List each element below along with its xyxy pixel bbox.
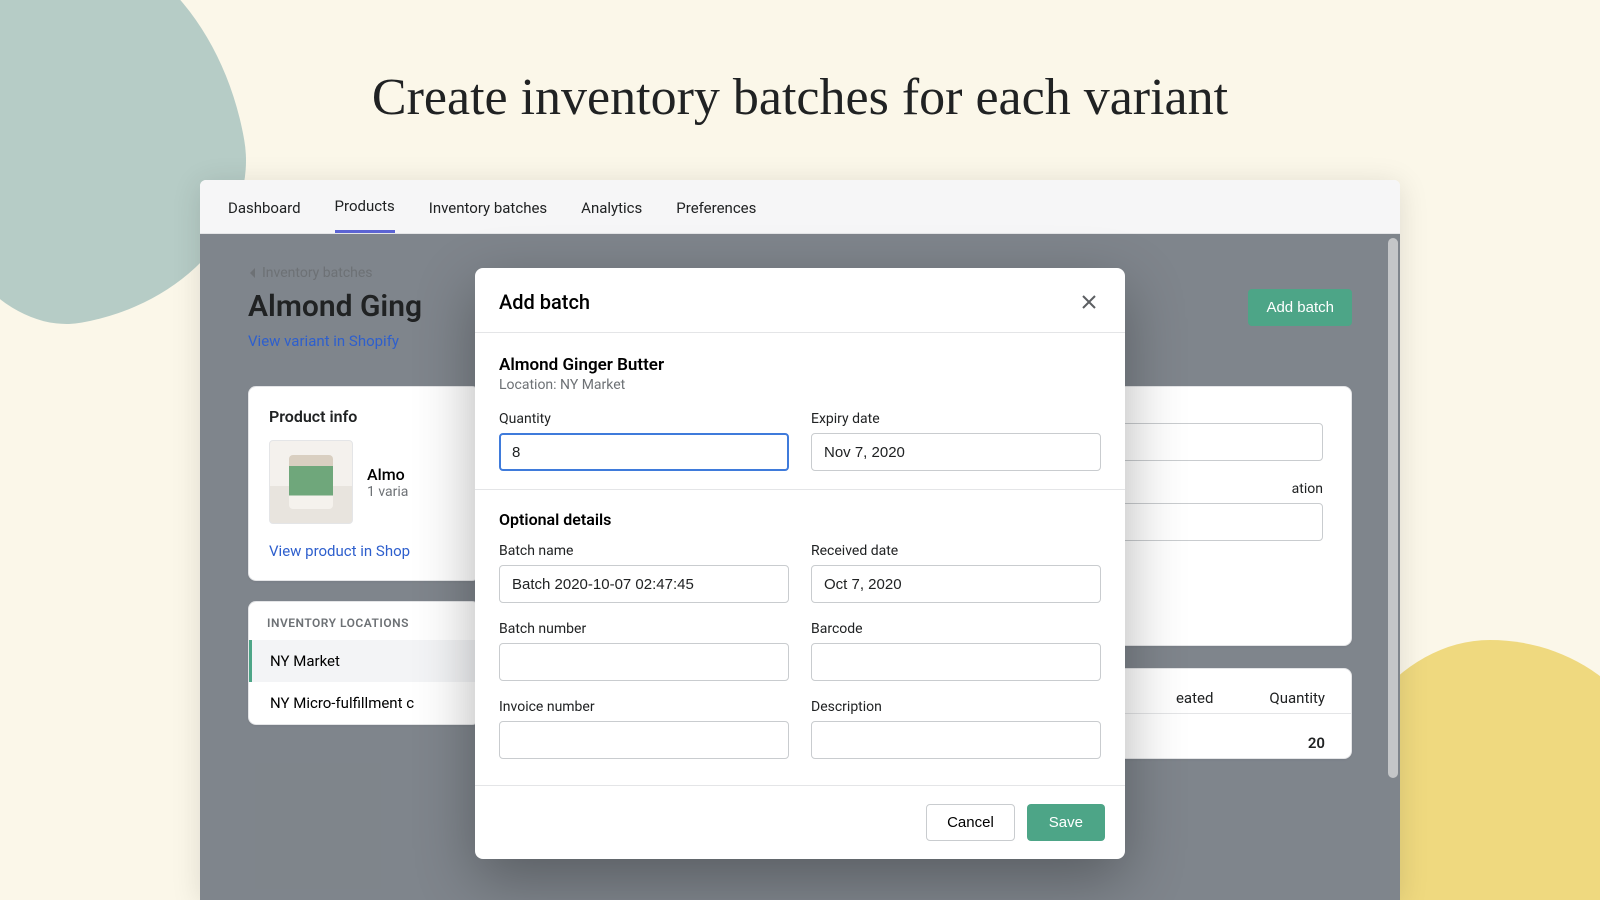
expiry-label: Expiry date: [811, 411, 1101, 427]
close-button[interactable]: [1077, 290, 1101, 314]
breadcrumb-label: Inventory batches: [262, 265, 373, 281]
modal-title: Add batch: [499, 290, 590, 314]
product-info-card: Product info Almo 1 varia View product i…: [248, 386, 480, 581]
batch-number-label: Batch number: [499, 621, 789, 637]
tab-products[interactable]: Products: [335, 180, 395, 233]
app-window: Dashboard Products Inventory batches Ana…: [200, 180, 1400, 900]
locations-card: INVENTORY LOCATIONS NY Market NY Micro-f…: [248, 601, 480, 725]
description-input[interactable]: [811, 721, 1101, 759]
tab-dashboard[interactable]: Dashboard: [228, 182, 301, 232]
tab-analytics[interactable]: Analytics: [581, 182, 642, 232]
product-variants: 1 varia: [367, 484, 408, 500]
modal-location: Location: NY Market: [499, 377, 1101, 393]
page-title: Almond Ging: [248, 289, 422, 324]
barcode-label: Barcode: [811, 621, 1101, 637]
description-label: Description: [811, 699, 1101, 715]
invoice-label: Invoice number: [499, 699, 789, 715]
col-created: eated: [1176, 689, 1213, 707]
add-batch-button[interactable]: Add batch: [1248, 289, 1352, 326]
quantity-label: Quantity: [499, 411, 789, 427]
view-product-link[interactable]: View product in Shop: [269, 542, 410, 560]
cancel-button[interactable]: Cancel: [926, 804, 1015, 841]
batch-name-label: Batch name: [499, 543, 789, 559]
received-date-input[interactable]: [811, 565, 1101, 603]
hero-title: Create inventory batches for each varian…: [0, 68, 1600, 127]
chevron-left-icon: [248, 267, 256, 279]
product-info-heading: Product info: [269, 407, 459, 426]
scrollbar[interactable]: [1388, 238, 1398, 778]
optional-heading: Optional details: [499, 510, 1101, 529]
save-button[interactable]: Save: [1027, 804, 1105, 841]
row-qty-value: 20: [1308, 734, 1325, 752]
top-nav: Dashboard Products Inventory batches Ana…: [200, 180, 1400, 234]
location-item-ny-market[interactable]: NY Market: [249, 640, 479, 682]
barcode-input[interactable]: [811, 643, 1101, 681]
quantity-input[interactable]: [499, 433, 789, 471]
batch-name-input[interactable]: [499, 565, 789, 603]
tab-preferences[interactable]: Preferences: [676, 182, 756, 232]
add-batch-modal: Add batch Almond Ginger Butter Location:…: [475, 268, 1125, 859]
invoice-input[interactable]: [499, 721, 789, 759]
modal-product-name: Almond Ginger Butter: [499, 355, 1101, 375]
batch-number-input[interactable]: [499, 643, 789, 681]
product-thumbnail: [269, 440, 353, 524]
product-name: Almo: [367, 465, 408, 484]
col-quantity: Quantity: [1269, 689, 1325, 707]
received-date-label: Received date: [811, 543, 1101, 559]
close-icon: [1080, 293, 1098, 311]
tab-inventory-batches[interactable]: Inventory batches: [429, 182, 547, 232]
view-variant-link[interactable]: View variant in Shopify: [248, 332, 399, 350]
breadcrumb[interactable]: Inventory batches: [248, 265, 373, 281]
locations-heading: INVENTORY LOCATIONS: [249, 602, 479, 640]
expiry-input[interactable]: [811, 433, 1101, 471]
location-item-micro[interactable]: NY Micro-fulfillment c: [249, 682, 479, 724]
